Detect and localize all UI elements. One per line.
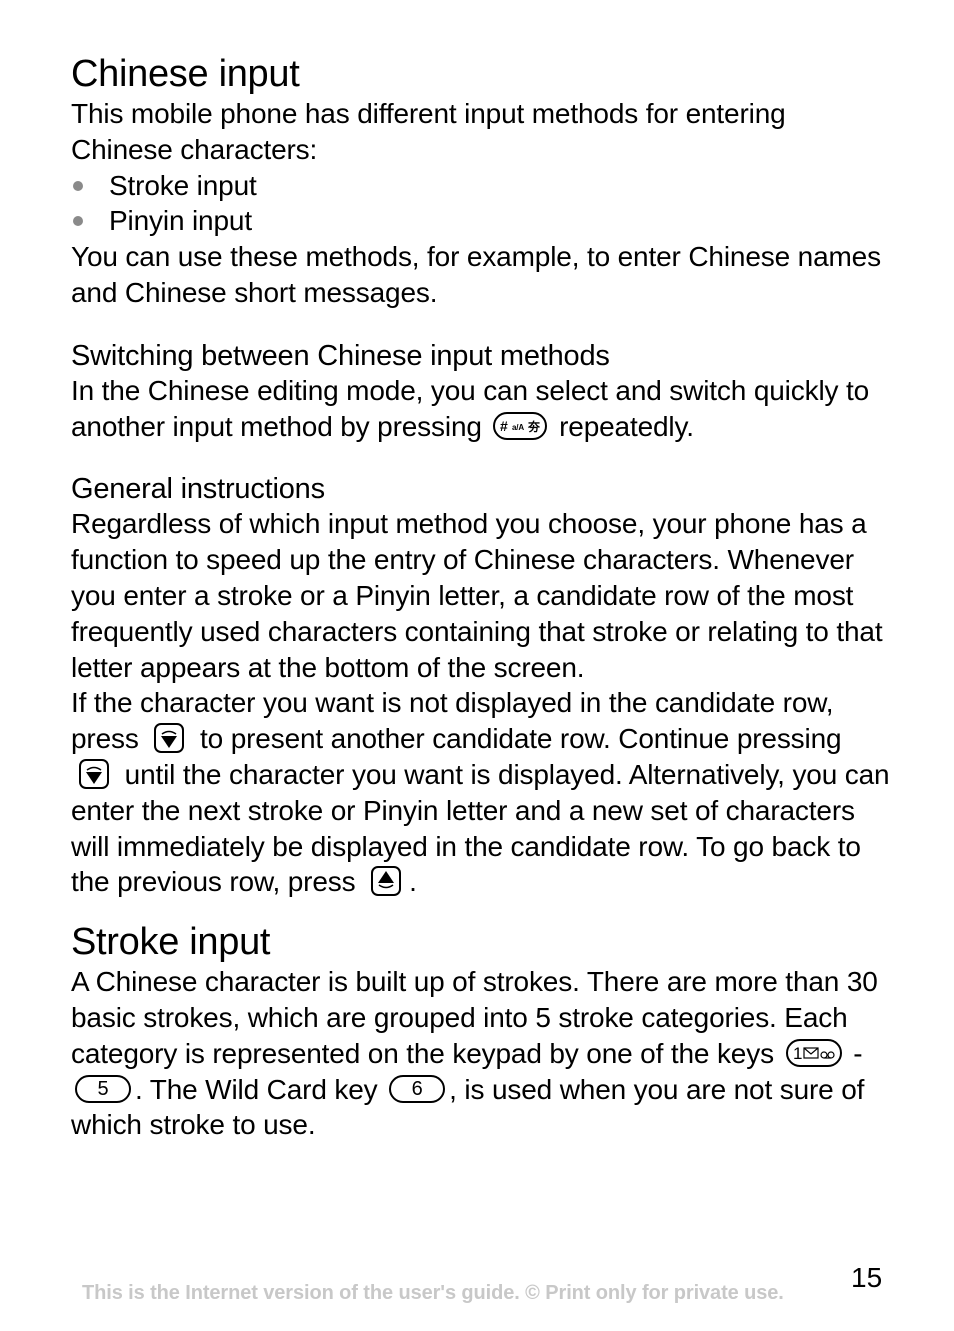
navigation-up-key-icon <box>371 865 402 896</box>
voicemail-key-icon: 1 <box>785 1038 842 1067</box>
hash-key-icon: # a/A 夯 <box>493 411 548 440</box>
svg-text:a/A: a/A <box>512 423 524 432</box>
general-paragraph-2: If the character you want is not display… <box>71 687 890 898</box>
list-item: Stroke input <box>71 168 891 204</box>
footer-notice: This is the Internet version of the user… <box>82 1282 784 1304</box>
document-page: Chinese input This mobile phone has diff… <box>71 52 891 1143</box>
key-6-icon: 6 <box>389 1074 446 1103</box>
input-methods-list: Stroke input Pinyin input <box>71 168 891 240</box>
svg-text:1: 1 <box>793 1044 802 1063</box>
section-title-stroke-input: Stroke input <box>71 921 271 964</box>
intro-paragraph: This mobile phone has different input me… <box>71 98 786 165</box>
section-title-chinese-input: Chinese input <box>71 53 300 95</box>
switching-paragraph: In the Chinese editing mode, you can sel… <box>71 374 870 442</box>
page-number: 15 <box>851 1262 883 1293</box>
svg-text:#: # <box>500 418 508 434</box>
svg-text:夯: 夯 <box>527 419 541 434</box>
subheading-general: General instructions <box>71 473 325 506</box>
subheading-switching: Switching between Chinese input methods <box>71 339 610 372</box>
stroke-paragraph: A Chinese character is built up of strok… <box>71 966 878 1141</box>
bullet-icon <box>73 216 83 227</box>
general-paragraph-1: Regardless of which input method you cho… <box>71 508 883 683</box>
bullet-icon <box>73 180 83 191</box>
outro-paragraph: You can use these methods, for example, … <box>71 241 881 308</box>
key-5-icon: 5 <box>75 1074 131 1103</box>
navigation-down-key-icon <box>79 758 109 789</box>
navigation-down-key-icon <box>154 722 185 753</box>
list-item: Pinyin input <box>71 203 891 239</box>
